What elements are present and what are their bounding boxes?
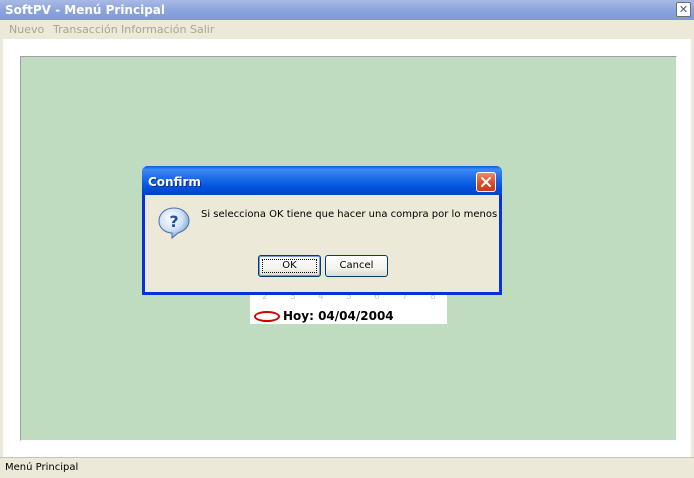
menu-item-nuevo[interactable]: Nuevo (9, 23, 44, 36)
today-marker-icon (254, 311, 280, 322)
close-icon (481, 177, 491, 187)
svg-text:?: ? (169, 212, 178, 231)
dialog-title: Confirm (148, 175, 201, 189)
window-title: SoftPV - Menú Principal (5, 3, 166, 17)
dialog-close-button[interactable] (476, 172, 496, 192)
menu-item-transaccion[interactable]: Transacción (53, 23, 118, 36)
dialog-title-bar[interactable]: Confirm (142, 166, 502, 195)
menu-item-informacion[interactable]: Información (121, 23, 186, 36)
title-bar[interactable]: SoftPV - Menú Principal ✕ (0, 0, 694, 20)
focus-ring (262, 259, 317, 273)
confirm-dialog: Confirm ? Si selecciona OK tiene que hac… (142, 166, 502, 295)
ok-button[interactable]: OK (258, 255, 321, 277)
status-text: Menú Principal (5, 462, 79, 473)
menu-item-salir[interactable]: Salir (190, 23, 214, 36)
main-window: SoftPV - Menú Principal ✕ Nuevo Transacc… (0, 0, 694, 478)
dialog-message: Si selecciona OK tiene que hacer una com… (201, 209, 498, 220)
status-bar: Menú Principal (0, 457, 694, 478)
window-close-button[interactable]: ✕ (676, 2, 691, 17)
question-icon: ? (158, 207, 190, 240)
menu-bar: Nuevo Transacción Información Salir (0, 20, 694, 39)
today-label[interactable]: Hoy: 04/04/2004 (283, 309, 394, 323)
cancel-button[interactable]: Cancel (325, 255, 388, 277)
cancel-button-label: Cancel (339, 260, 374, 271)
